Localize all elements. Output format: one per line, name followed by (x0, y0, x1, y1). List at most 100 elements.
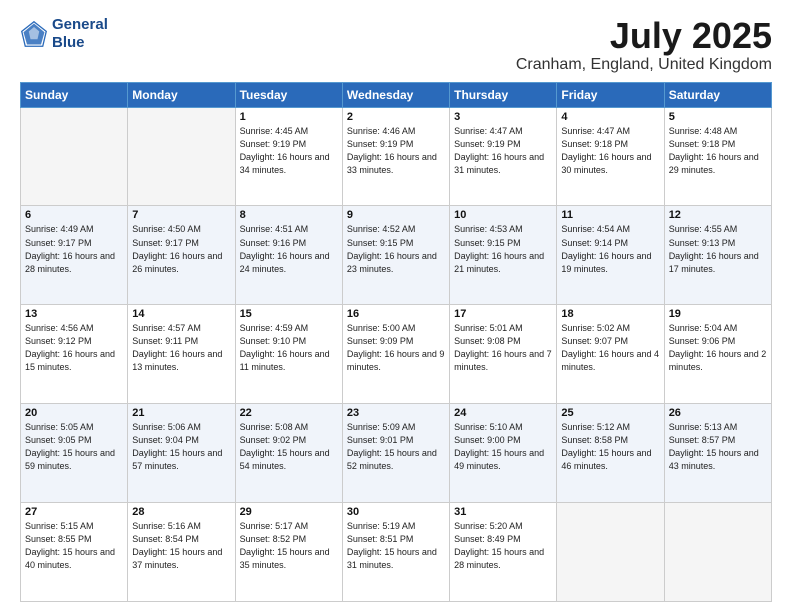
day-info: Sunrise: 4:55 AM Sunset: 9:13 PM Dayligh… (669, 223, 767, 275)
day-info: Sunrise: 4:45 AM Sunset: 9:19 PM Dayligh… (240, 125, 338, 177)
calendar-cell: 9 Sunrise: 4:52 AM Sunset: 9:15 PM Daylig… (342, 206, 449, 305)
month-title: July 2025 (516, 16, 772, 56)
day-number: 21 (132, 407, 230, 419)
page: General Blue July 2025 Cranham, England,… (0, 0, 792, 612)
day-info: Sunrise: 5:06 AM Sunset: 9:04 PM Dayligh… (132, 421, 230, 473)
day-number: 20 (25, 407, 123, 419)
day-number: 23 (347, 407, 445, 419)
day-info: Sunrise: 4:59 AM Sunset: 9:10 PM Dayligh… (240, 322, 338, 374)
calendar-cell: 7Sunrise: 4:50 AM Sunset: 9:17 PM Daylig… (128, 206, 235, 305)
calendar-day-header-wednesday: Wednesday (342, 82, 449, 107)
calendar-cell (21, 107, 128, 206)
calendar-day-header-tuesday: Tuesday (235, 82, 342, 107)
day-number: 3 (454, 111, 552, 123)
day-number: 30 (347, 506, 445, 518)
day-info: Sunrise: 5:16 AM Sunset: 8:54 PM Dayligh… (132, 520, 230, 572)
calendar-cell (557, 503, 664, 602)
calendar-cell: 30 Sunrise: 5:19 AM Sunset: 8:51 PM Dayli… (342, 503, 449, 602)
calendar-cell: 23Sunrise: 5:09 AM Sunset: 9:01 PM Dayli… (342, 404, 449, 503)
day-info: Sunrise: 5:08 AM Sunset: 9:02 PM Dayligh… (240, 421, 338, 473)
calendar-cell: 26 Sunrise: 5:13 AM Sunset: 8:57 PM Dayli… (664, 404, 771, 503)
day-info: Sunrise: 4:53 AM Sunset: 9:15 PM Dayligh… (454, 223, 552, 275)
day-number: 10 (454, 209, 552, 221)
day-info: Sunrise: 5:20 AM Sunset: 8:49 PM Dayligh… (454, 520, 552, 572)
day-info: Sunrise: 4:47 AM Sunset: 9:19 PM Dayligh… (454, 125, 552, 177)
calendar-cell: 19 Sunrise: 5:04 AM Sunset: 9:06 PM Dayli… (664, 305, 771, 404)
calendar-table: SundayMondayTuesdayWednesdayThursdayFrid… (20, 82, 772, 602)
calendar-week-row: 13 Sunrise: 4:56 AM Sunset: 9:12 PM Dayli… (21, 305, 772, 404)
day-number: 7 (132, 209, 230, 221)
calendar-week-row: 20 Sunrise: 5:05 AM Sunset: 9:05 PM Dayli… (21, 404, 772, 503)
day-info: Sunrise: 5:01 AM Sunset: 9:08 PM Dayligh… (454, 322, 552, 374)
calendar-cell: 18 Sunrise: 5:02 AM Sunset: 9:07 PM Dayli… (557, 305, 664, 404)
calendar-week-row: 27Sunrise: 5:15 AM Sunset: 8:55 PM Dayli… (21, 503, 772, 602)
logo-icon (20, 20, 48, 48)
calendar-day-header-sunday: Sunday (21, 82, 128, 107)
day-number: 13 (25, 308, 123, 320)
calendar-cell (664, 503, 771, 602)
day-number: 16 (347, 308, 445, 320)
day-info: Sunrise: 4:54 AM Sunset: 9:14 PM Dayligh… (561, 223, 659, 275)
calendar-day-header-saturday: Saturday (664, 82, 771, 107)
calendar-cell: 6Sunrise: 4:49 AM Sunset: 9:17 PM Daylig… (21, 206, 128, 305)
day-number: 1 (240, 111, 338, 123)
day-info: Sunrise: 5:13 AM Sunset: 8:57 PM Dayligh… (669, 421, 767, 473)
calendar-cell: 15Sunrise: 4:59 AM Sunset: 9:10 PM Dayli… (235, 305, 342, 404)
day-number: 17 (454, 308, 552, 320)
calendar-cell: 11 Sunrise: 4:54 AM Sunset: 9:14 PM Dayli… (557, 206, 664, 305)
day-number: 24 (454, 407, 552, 419)
day-info: Sunrise: 4:57 AM Sunset: 9:11 PM Dayligh… (132, 322, 230, 374)
day-info: Sunrise: 5:04 AM Sunset: 9:06 PM Dayligh… (669, 322, 767, 374)
day-number: 12 (669, 209, 767, 221)
day-number: 22 (240, 407, 338, 419)
day-number: 27 (25, 506, 123, 518)
day-info: Sunrise: 5:12 AM Sunset: 8:58 PM Dayligh… (561, 421, 659, 473)
day-info: Sunrise: 5:19 AM Sunset: 8:51 PM Dayligh… (347, 520, 445, 572)
day-info: Sunrise: 5:02 AM Sunset: 9:07 PM Dayligh… (561, 322, 659, 374)
day-info: Sunrise: 4:52 AM Sunset: 9:15 PM Dayligh… (347, 223, 445, 275)
day-number: 19 (669, 308, 767, 320)
day-number: 28 (132, 506, 230, 518)
calendar-cell: 20 Sunrise: 5:05 AM Sunset: 9:05 PM Dayli… (21, 404, 128, 503)
day-number: 9 (347, 209, 445, 221)
calendar-week-row: 1 Sunrise: 4:45 AM Sunset: 9:19 PM Daylig… (21, 107, 772, 206)
day-number: 31 (454, 506, 552, 518)
calendar-cell: 17 Sunrise: 5:01 AM Sunset: 9:08 PM Dayli… (450, 305, 557, 404)
calendar-cell: 21 Sunrise: 5:06 AM Sunset: 9:04 PM Dayli… (128, 404, 235, 503)
day-info: Sunrise: 5:00 AM Sunset: 9:09 PM Dayligh… (347, 322, 445, 374)
day-number: 5 (669, 111, 767, 123)
day-number: 18 (561, 308, 659, 320)
calendar-cell: 4Sunrise: 4:47 AM Sunset: 9:18 PM Daylig… (557, 107, 664, 206)
day-info: Sunrise: 4:48 AM Sunset: 9:18 PM Dayligh… (669, 125, 767, 177)
header: General Blue July 2025 Cranham, England,… (20, 16, 772, 74)
day-number: 6 (25, 209, 123, 221)
day-number: 8 (240, 209, 338, 221)
day-number: 4 (561, 111, 659, 123)
calendar-cell: 27Sunrise: 5:15 AM Sunset: 8:55 PM Dayli… (21, 503, 128, 602)
calendar-cell: 1 Sunrise: 4:45 AM Sunset: 9:19 PM Daylig… (235, 107, 342, 206)
calendar-cell: 13 Sunrise: 4:56 AM Sunset: 9:12 PM Dayli… (21, 305, 128, 404)
calendar-cell: 2Sunrise: 4:46 AM Sunset: 9:19 PM Daylig… (342, 107, 449, 206)
calendar-cell: 29 Sunrise: 5:17 AM Sunset: 8:52 PM Dayli… (235, 503, 342, 602)
calendar-cell: 5 Sunrise: 4:48 AM Sunset: 9:18 PM Daylig… (664, 107, 771, 206)
calendar-header-row: SundayMondayTuesdayWednesdayThursdayFrid… (21, 82, 772, 107)
calendar-cell: 10 Sunrise: 4:53 AM Sunset: 9:15 PM Dayli… (450, 206, 557, 305)
day-number: 11 (561, 209, 659, 221)
calendar-cell: 8Sunrise: 4:51 AM Sunset: 9:16 PM Daylig… (235, 206, 342, 305)
calendar-week-row: 6Sunrise: 4:49 AM Sunset: 9:17 PM Daylig… (21, 206, 772, 305)
logo: General Blue (20, 16, 108, 52)
day-number: 26 (669, 407, 767, 419)
day-info: Sunrise: 5:17 AM Sunset: 8:52 PM Dayligh… (240, 520, 338, 572)
day-info: Sunrise: 5:10 AM Sunset: 9:00 PM Dayligh… (454, 421, 552, 473)
day-info: Sunrise: 5:05 AM Sunset: 9:05 PM Dayligh… (25, 421, 123, 473)
day-info: Sunrise: 4:46 AM Sunset: 9:19 PM Dayligh… (347, 125, 445, 177)
calendar-cell: 31 Sunrise: 5:20 AM Sunset: 8:49 PM Dayli… (450, 503, 557, 602)
calendar-cell (128, 107, 235, 206)
calendar-cell: 12 Sunrise: 4:55 AM Sunset: 9:13 PM Dayli… (664, 206, 771, 305)
calendar-cell: 3 Sunrise: 4:47 AM Sunset: 9:19 PM Daylig… (450, 107, 557, 206)
calendar-cell: 16 Sunrise: 5:00 AM Sunset: 9:09 PM Dayli… (342, 305, 449, 404)
day-info: Sunrise: 4:56 AM Sunset: 9:12 PM Dayligh… (25, 322, 123, 374)
day-number: 29 (240, 506, 338, 518)
calendar-cell: 22 Sunrise: 5:08 AM Sunset: 9:02 PM Dayli… (235, 404, 342, 503)
calendar-cell: 24 Sunrise: 5:10 AM Sunset: 9:00 PM Dayli… (450, 404, 557, 503)
